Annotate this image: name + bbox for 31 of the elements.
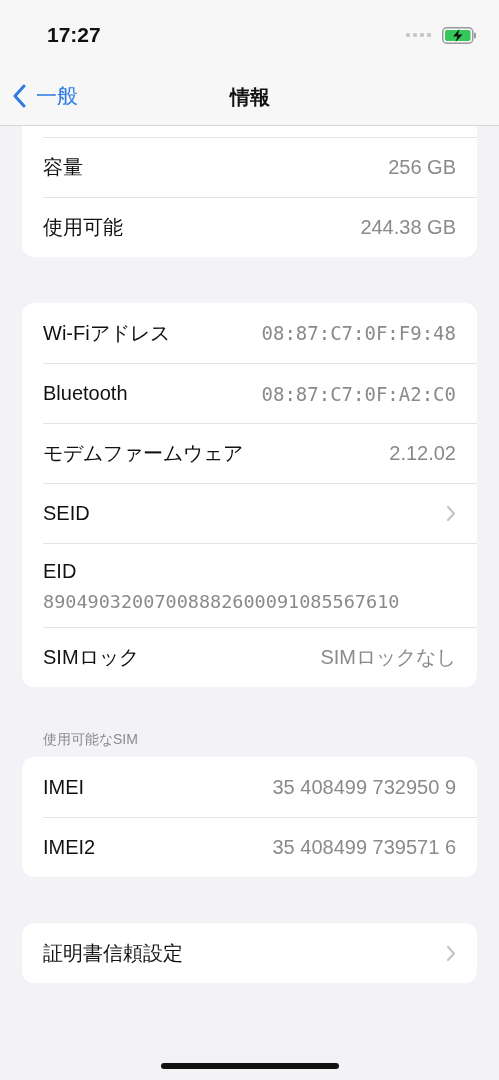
settings-row[interactable]: 証明書信頼設定 [43, 923, 477, 983]
row-label: EID [43, 559, 77, 583]
row-label: モデムファームウェア [43, 441, 243, 466]
row-label: 使用可能 [43, 215, 123, 240]
row-value: SIMロックなし [320, 645, 456, 670]
no-signal-icon [406, 32, 432, 38]
row-label: Bluetooth [43, 382, 128, 405]
row-value: 35 408499 732950 9 [272, 775, 456, 799]
row-value: 89049032007008882600091085567610 [43, 590, 400, 612]
settings-row[interactable]: SEID [43, 483, 477, 543]
page-title: 情報 [229, 85, 270, 110]
row-label: SIMロック [43, 645, 139, 670]
battery-charging-icon [442, 26, 477, 44]
row-value: 35 408499 739571 6 [272, 836, 456, 859]
row-label: SEID [43, 502, 90, 525]
back-chevron-icon [12, 84, 26, 108]
row-value: 256 GB [388, 156, 456, 179]
status-time: 17:27 [47, 23, 101, 47]
row-value: 2.12.02 [389, 442, 456, 465]
row-label: Wi-Fiアドレス [43, 320, 170, 346]
row-label: IMEI [43, 775, 85, 799]
row-value: 08:87:C7:0F:A2:C0 [261, 382, 456, 405]
row-label: 容量 [43, 155, 83, 180]
chevron-icon [446, 944, 456, 962]
section-header: 使用可能なSIM [43, 731, 139, 749]
row-value: 08:87:C7:0F:F9:48 [261, 322, 456, 344]
row-value: 244.38 GB [360, 216, 456, 239]
row-label: IMEI2 [43, 836, 96, 859]
chevron-icon [446, 505, 456, 522]
back-button[interactable]: 一般 [12, 82, 78, 110]
row-label: 証明書信頼設定 [43, 940, 183, 966]
